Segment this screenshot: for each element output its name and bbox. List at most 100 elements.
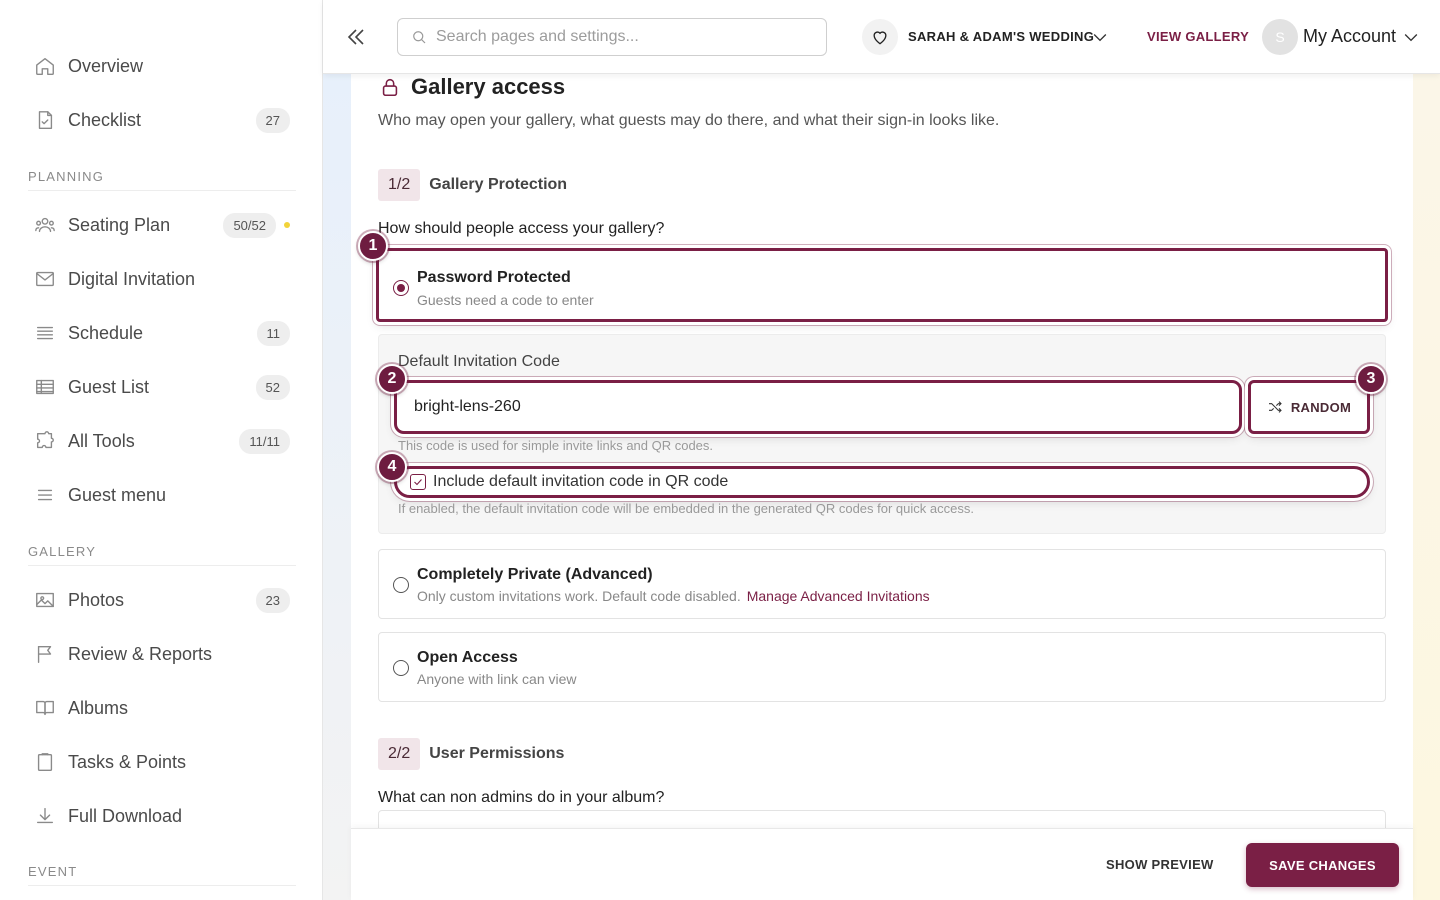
count-badge: 27 <box>255 107 290 133</box>
sidebar-item-label: Photos <box>68 589 125 610</box>
invitation-code-panel: Default Invitation Code RANDOM This code… <box>378 334 1386 534</box>
sidebar-item-label: Checklist <box>68 109 142 130</box>
option-open-access[interactable]: Open Access Anyone with link can view <box>378 632 1386 702</box>
chevron-down-icon[interactable] <box>1401 27 1421 47</box>
sidebar-item-overview[interactable]: Overview <box>28 46 294 86</box>
count-badge: 11/11 <box>239 428 290 454</box>
sidebar: Overview Checklist 27 PLANNING Seating P… <box>0 0 323 900</box>
step-header-protection: 1/2 Gallery Protection <box>378 169 567 201</box>
section-gallery: GALLERY <box>28 544 296 566</box>
permissions-question: What can non admins do in your album? <box>378 789 665 806</box>
mail-icon <box>30 264 60 294</box>
list-icon <box>30 318 60 348</box>
search-input[interactable] <box>436 28 816 46</box>
code-label: Default Invitation Code <box>398 353 560 370</box>
sidebar-item-full-download[interactable]: Full Download <box>28 796 294 836</box>
invitation-code-input[interactable] <box>414 398 1214 416</box>
show-preview-button[interactable]: SHOW PREVIEW <box>1106 857 1214 872</box>
sidebar-item-label: Seating Plan <box>68 214 171 235</box>
step-number: 1/2 <box>378 169 421 201</box>
include-code-help-text: If enabled, the default invitation code … <box>398 501 974 516</box>
view-gallery-link[interactable]: VIEW GALLERY <box>1147 29 1249 44</box>
option-password-protected[interactable]: Password Protected Guests need a code to… <box>376 248 1388 322</box>
step-marker-1: 1 <box>358 231 388 261</box>
invitation-code-field[interactable] <box>394 380 1242 434</box>
radio-password-protected[interactable] <box>393 280 409 296</box>
option-title: Completely Private (Advanced) <box>417 566 653 583</box>
section-planning: PLANNING <box>28 169 296 191</box>
action-bar: SHOW PREVIEW SAVE CHANGES <box>351 828 1413 900</box>
clipboard-icon <box>30 747 60 777</box>
option-description: Guests need a code to enter <box>417 292 594 308</box>
option-title: Open Access <box>417 649 518 666</box>
flag-icon <box>30 639 60 669</box>
count-badge: 23 <box>255 587 290 613</box>
menu-icon <box>30 480 60 510</box>
heart-icon <box>862 19 898 55</box>
step-label: Gallery Protection <box>429 176 568 193</box>
download-icon <box>30 801 60 831</box>
shuffle-icon <box>1268 401 1282 413</box>
people-icon <box>30 210 60 240</box>
sidebar-item-tasks-points[interactable]: Tasks & Points <box>28 742 294 782</box>
sidebar-item-guest-menu[interactable]: Guest menu <box>28 475 294 515</box>
collapse-sidebar-button[interactable] <box>341 22 371 52</box>
random-label: RANDOM <box>1290 399 1352 415</box>
access-question: How should people access your gallery? <box>378 220 665 237</box>
event-selector[interactable]: SARAH & ADAM'S WEDDING <box>908 29 1094 44</box>
puzzle-icon <box>30 426 60 456</box>
sidebar-item-label: Guest menu <box>68 484 167 505</box>
sidebar-item-label: Review & Reports <box>68 643 213 664</box>
sidebar-item-checklist[interactable]: Checklist 27 <box>28 100 294 140</box>
step-header-permissions: 2/2 User Permissions <box>378 738 564 770</box>
sidebar-item-seating-plan[interactable]: Seating Plan 50/52 <box>28 205 294 245</box>
option-description: Anyone with link can view <box>417 671 577 687</box>
page-subtitle: Who may open your gallery, what guests m… <box>378 112 1000 129</box>
sidebar-item-guest-list[interactable]: Guest List 52 <box>28 367 294 407</box>
notification-dot <box>284 222 290 228</box>
double-chevron-left-icon <box>347 29 364 45</box>
table-icon <box>30 372 60 402</box>
background-strip <box>1413 74 1440 900</box>
gallery-access-card: Gallery access Who may open your gallery… <box>351 74 1413 900</box>
account-menu[interactable]: My Account <box>1303 26 1396 47</box>
step-marker-3: 3 <box>1356 364 1386 394</box>
sidebar-item-digital-invitation[interactable]: Digital Invitation <box>28 259 294 299</box>
book-icon <box>30 693 60 723</box>
count-badge: 11 <box>256 320 290 346</box>
background-strip <box>323 74 351 900</box>
count-badge: 50/52 <box>223 212 276 238</box>
save-changes-button[interactable]: SAVE CHANGES <box>1246 843 1399 887</box>
random-code-button[interactable]: RANDOM <box>1248 380 1370 434</box>
home-icon <box>30 51 60 81</box>
search-icon <box>413 31 426 44</box>
include-code-checkbox[interactable] <box>410 474 426 490</box>
avatar[interactable]: S <box>1262 19 1298 55</box>
option-description-text: Only custom invitations work. Default co… <box>417 588 741 604</box>
radio-completely-private[interactable] <box>393 577 409 593</box>
option-title: Password Protected <box>417 269 571 286</box>
step-label: User Permissions <box>429 745 565 762</box>
sidebar-item-label: Guest List <box>68 376 150 397</box>
sidebar-item-albums[interactable]: Albums <box>28 688 294 728</box>
sidebar-item-label: Tasks & Points <box>68 751 187 772</box>
sidebar-item-schedule[interactable]: Schedule 11 <box>28 313 294 353</box>
lock-icon <box>382 78 398 97</box>
checklist-icon <box>30 105 60 135</box>
radio-open-access[interactable] <box>393 660 409 676</box>
top-bar: SARAH & ADAM'S WEDDING VIEW GALLERY S My… <box>323 0 1440 74</box>
include-code-label: Include default invitation code in QR co… <box>433 473 729 490</box>
option-completely-private[interactable]: Completely Private (Advanced) Only custo… <box>378 549 1386 619</box>
sidebar-item-photos[interactable]: Photos 23 <box>28 580 294 620</box>
chevron-down-icon[interactable] <box>1090 27 1110 47</box>
manage-advanced-invitations-link[interactable]: Manage Advanced Invitations <box>747 588 930 604</box>
step-number: 2/2 <box>378 738 421 770</box>
search-box[interactable] <box>397 18 827 56</box>
include-code-in-qr-toggle[interactable]: Include default invitation code in QR co… <box>394 466 1370 498</box>
image-icon <box>30 585 60 615</box>
sidebar-item-review-reports[interactable]: Review & Reports <box>28 634 294 674</box>
sidebar-item-label: Schedule <box>68 322 144 343</box>
sidebar-item-all-tools[interactable]: All Tools 11/11 <box>28 421 294 461</box>
step-marker-2: 2 <box>377 364 407 394</box>
sidebar-item-label: Albums <box>68 697 129 718</box>
